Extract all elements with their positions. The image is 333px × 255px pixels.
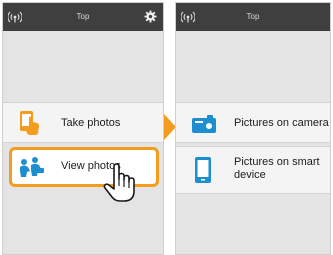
camera-icon bbox=[192, 115, 216, 133]
gear-icon[interactable] bbox=[144, 10, 157, 23]
page-title: Top bbox=[76, 12, 90, 21]
right-phone-screen: Top Pictures on camera Pictures on smart… bbox=[175, 2, 331, 255]
hand-pointer-icon bbox=[103, 163, 135, 202]
pictures-on-smart-device-button[interactable]: Pictures on smart device bbox=[176, 146, 330, 194]
take-photos-button[interactable]: Take photos bbox=[3, 102, 163, 143]
page-title: Top bbox=[246, 12, 260, 21]
pictures-on-smart-device-label: Pictures on smart device bbox=[234, 156, 320, 181]
pictures-on-camera-label: Pictures on camera bbox=[234, 117, 329, 129]
pictures-on-camera-button[interactable]: Pictures on camera bbox=[176, 102, 330, 143]
camera-touch-icon bbox=[20, 111, 39, 135]
top-bar: Top bbox=[3, 3, 163, 31]
smartphone-icon bbox=[195, 157, 211, 183]
left-phone-screen: Top Take photos View photos bbox=[2, 2, 164, 255]
people-photos-icon bbox=[20, 157, 44, 177]
top-bar: Top bbox=[176, 3, 330, 31]
take-photos-label: Take photos bbox=[61, 117, 121, 129]
